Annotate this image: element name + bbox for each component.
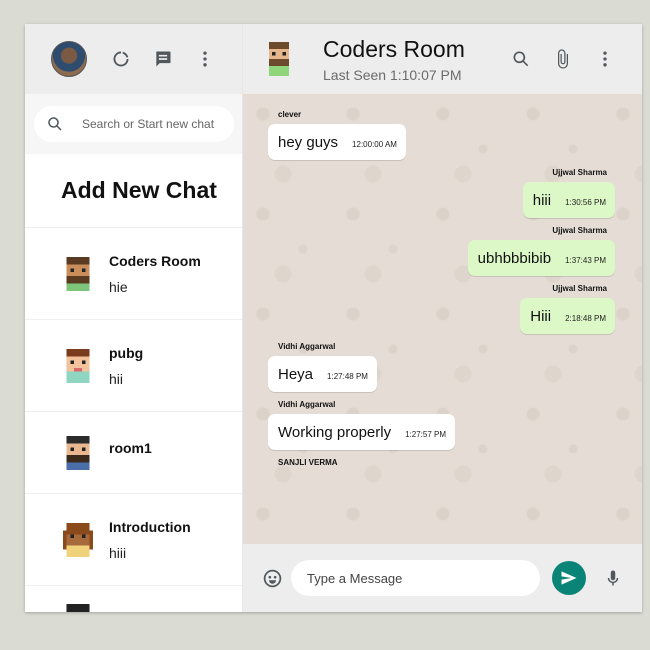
message-text: Heya [278, 366, 314, 383]
chat-item-partial[interactable] [25, 586, 242, 612]
chat-avatar-icon [66, 348, 90, 383]
search-input[interactable] [82, 117, 222, 131]
chat-last-message: hii [109, 370, 124, 387]
search-box [34, 106, 234, 142]
chat-item-coders-room[interactable]: Coders Room hie [25, 228, 242, 320]
message: Vidhi Aggarwal Heya 1:27:48 PM [268, 342, 615, 392]
message-time: 1:37:43 PM [565, 256, 606, 265]
message-sender: Ujjwal Sharma [552, 226, 607, 235]
chat-panel: Coders Room Last Seen 1:10:07 PM clever [243, 24, 642, 612]
sidebar-header [25, 24, 242, 94]
chat-avatar-icon [66, 256, 90, 291]
message: Ujjwal Sharma hiii 1:30:56 PM [268, 168, 615, 218]
message-bubble[interactable]: ubhbbbibib 1:37:43 PM [467, 240, 615, 276]
chat-item-pubg[interactable]: pubg hii [25, 320, 242, 412]
menu-icon[interactable] [594, 48, 616, 70]
message-sender: Vidhi Aggarwal [278, 400, 336, 409]
message-composer [243, 544, 642, 612]
message-input[interactable] [291, 560, 540, 596]
attach-icon[interactable] [552, 48, 574, 70]
message-text: Working properly [278, 424, 392, 441]
message-sender: Ujjwal Sharma [552, 168, 607, 177]
chat-item-room1[interactable]: room1 [25, 412, 242, 494]
search-icon [48, 117, 62, 131]
add-new-chat-button[interactable]: Add New Chat [25, 154, 242, 228]
message-sender: Vidhi Aggarwal [278, 342, 336, 351]
message-bubble[interactable]: Working properly 1:27:57 PM [268, 414, 456, 450]
room-name: Coders Room [323, 35, 465, 62]
message-time: 2:18:48 PM [565, 314, 606, 323]
emoji-icon[interactable] [261, 567, 283, 589]
chat-avatar-icon [66, 604, 90, 612]
message: Vidhi Aggarwal Working properly 1:27:57 … [268, 400, 615, 450]
message-text: ubhbbbibib [477, 250, 552, 267]
menu-icon[interactable] [194, 48, 216, 70]
user-avatar[interactable] [51, 41, 87, 77]
message: Ujjwal Sharma ubhbbbibib 1:37:43 PM [268, 226, 615, 276]
message: clever hey guys 12:00:00 AM [268, 110, 615, 160]
chat-last-message: hie [109, 278, 128, 295]
message: Ujjwal Sharma Hiii 2:18:48 PM [268, 284, 615, 334]
message-sender: SANJLI VERMA [278, 458, 338, 467]
new-chat-icon[interactable] [152, 48, 174, 70]
message-area: clever hey guys 12:00:00 AM Ujjwal Sharm… [243, 94, 642, 544]
chat-avatar-icon [62, 522, 94, 557]
search-icon[interactable] [510, 48, 532, 70]
sidebar-search [25, 94, 242, 154]
chat-header: Coders Room Last Seen 1:10:07 PM [243, 24, 642, 94]
message-bubble[interactable]: Heya 1:27:48 PM [268, 356, 377, 392]
message-sender: clever [278, 110, 302, 119]
room-avatar-icon[interactable] [265, 42, 293, 76]
app-window: Add New Chat Coders Room hie [25, 24, 642, 612]
message-time: 12:00:00 AM [352, 140, 397, 149]
send-icon[interactable] [552, 561, 586, 595]
message-bubble[interactable]: Hiii 2:18:48 PM [520, 298, 615, 334]
chat-list: Coders Room hie pubg hii room1 Introduct… [25, 228, 242, 612]
status-icon[interactable] [110, 48, 132, 70]
chat-name: Coders Room [109, 252, 201, 269]
chat-name: Introduction [109, 518, 191, 535]
chat-name: pubg [109, 344, 144, 361]
chat-item-introduction[interactable]: Introduction hiii [25, 494, 242, 586]
message-time: 1:30:56 PM [565, 198, 606, 207]
last-seen-text: Last Seen 1:10:07 PM [323, 66, 462, 83]
message-time: 1:27:48 PM [327, 372, 368, 381]
message: SANJLI VERMA [268, 458, 615, 472]
chat-name: room1 [109, 439, 152, 456]
sidebar: Add New Chat Coders Room hie [25, 24, 243, 612]
message-text: Hiii [530, 308, 552, 325]
chat-last-message: hiii [109, 544, 127, 561]
message-text: hiii [532, 192, 552, 209]
chat-avatar-icon [66, 435, 90, 470]
message-time: 1:27:57 PM [405, 430, 447, 439]
message-bubble[interactable]: hey guys 12:00:00 AM [268, 124, 406, 160]
mic-icon[interactable] [602, 567, 624, 589]
message-text: hey guys [278, 134, 339, 151]
message-bubble[interactable]: hiii 1:30:56 PM [522, 182, 615, 218]
message-sender: Ujjwal Sharma [552, 284, 607, 293]
